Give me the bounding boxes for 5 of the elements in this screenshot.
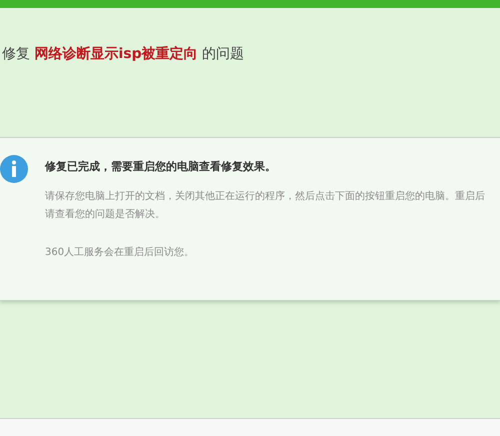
info-icon [0, 155, 28, 183]
notice-heading: 修复已完成，需要重启您的电脑查看修复效果。 [45, 159, 277, 175]
page-title: 修复 网络诊断显示isp被重定向 的问题 [2, 44, 246, 64]
notice-note: 360人工服务会在重启后回访您。 [45, 246, 196, 260]
notice-body: 请保存您电脑上打开的文档，关闭其他正在运行的程序，然后点击下面的按钮重启您的电脑。重启后请查看您的问题是否解决。 [45, 190, 486, 222]
